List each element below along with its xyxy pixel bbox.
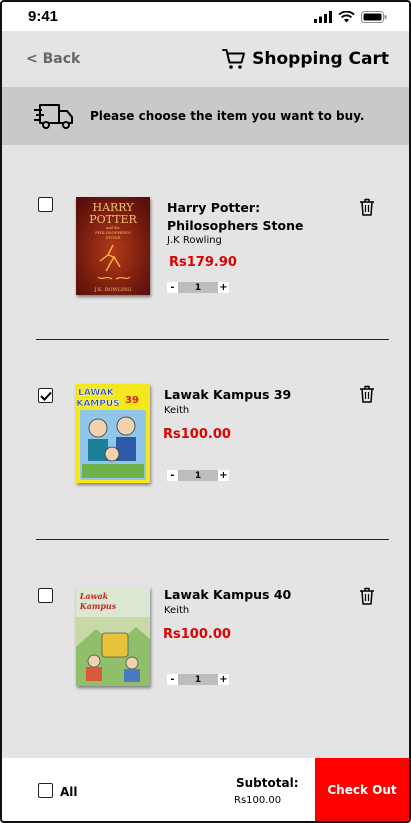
item-title: Lawak Kampus 40: [164, 587, 292, 602]
status-icons: [314, 10, 387, 23]
quantity-stepper: - 1 +: [167, 674, 229, 685]
item-title: Harry Potter:: [167, 200, 261, 215]
quantity-value[interactable]: 1: [178, 282, 218, 293]
quantity-value[interactable]: 1: [178, 470, 218, 481]
quantity-value[interactable]: 1: [178, 674, 218, 685]
banner-text: Please choose the item you want to buy.: [90, 109, 365, 123]
header-title-group: Shopping Cart: [222, 48, 389, 70]
item-author: J.K Rowling: [167, 235, 222, 246]
signal-icon: [314, 10, 332, 23]
back-button[interactable]: < Back: [26, 51, 80, 67]
item-title: Lawak Kampus 39: [164, 387, 292, 402]
book-cover: Lawak Kampus: [76, 587, 150, 686]
trash-icon[interactable]: [359, 198, 375, 216]
subtotal-value: Rs100.00: [234, 795, 282, 806]
increment-button[interactable]: +: [218, 674, 229, 685]
increment-button[interactable]: +: [218, 470, 229, 481]
item-checkbox[interactable]: [38, 388, 53, 403]
item-divider: [36, 539, 389, 540]
checkmark-icon: [39, 391, 52, 401]
page-title: Shopping Cart: [252, 49, 389, 69]
item-checkbox[interactable]: [38, 588, 53, 603]
battery-icon: [361, 10, 387, 23]
cover-title: Lawak: [79, 591, 109, 601]
status-time: 9:41: [28, 8, 59, 25]
book-cover: HARRY POTTER and the PHILOSOPHER'S STONE…: [76, 197, 150, 295]
trash-icon[interactable]: [359, 587, 375, 605]
item-checkbox[interactable]: [38, 197, 53, 212]
item-title: Philosophers Stone: [167, 218, 304, 233]
item-price: Rs100.00: [163, 427, 231, 442]
item-divider: [36, 339, 389, 340]
decrement-button[interactable]: -: [167, 674, 178, 685]
item-author: Keith: [164, 405, 190, 416]
select-all-checkbox[interactable]: [38, 783, 53, 798]
quantity-stepper: - 1 +: [167, 470, 229, 481]
cover-subtitle: STONE: [105, 235, 120, 240]
select-all-label: All: [60, 785, 78, 799]
delivery-truck-icon: [34, 104, 73, 129]
decrement-button[interactable]: -: [167, 470, 178, 481]
cover-title: KAMPUS: [76, 399, 119, 409]
increment-button[interactable]: +: [218, 282, 229, 293]
decrement-button[interactable]: -: [167, 282, 178, 293]
quantity-stepper: - 1 +: [167, 282, 229, 293]
item-price: Rs179.90: [169, 255, 237, 270]
subtotal-label: Subtotal:: [236, 776, 299, 790]
book-cover: LAWAK KAMPUS 39: [76, 384, 150, 483]
checkout-button[interactable]: Check Out: [315, 758, 409, 821]
checkout-bar: All Subtotal: Rs100.00 Check Out: [2, 758, 409, 821]
header: < Back Shopping Cart: [2, 31, 409, 87]
trash-icon[interactable]: [359, 385, 375, 403]
item-price: Rs100.00: [163, 627, 231, 642]
info-banner: Please choose the item you want to buy.: [2, 87, 409, 145]
item-author: Keith: [164, 605, 190, 616]
wifi-icon: [338, 10, 355, 22]
cover-author: J.K. ROWLING: [94, 287, 132, 293]
cover-number: 39: [125, 395, 139, 406]
cover-title: LAWAK: [78, 388, 115, 398]
cart-icon: [222, 49, 246, 69]
phone-frame: 9:41 < Back Shopping Cart Please choose …: [0, 0, 411, 823]
status-bar: 9:41: [2, 2, 409, 31]
cover-title: POTTER: [89, 213, 137, 226]
cover-title: Kampus: [79, 601, 117, 611]
